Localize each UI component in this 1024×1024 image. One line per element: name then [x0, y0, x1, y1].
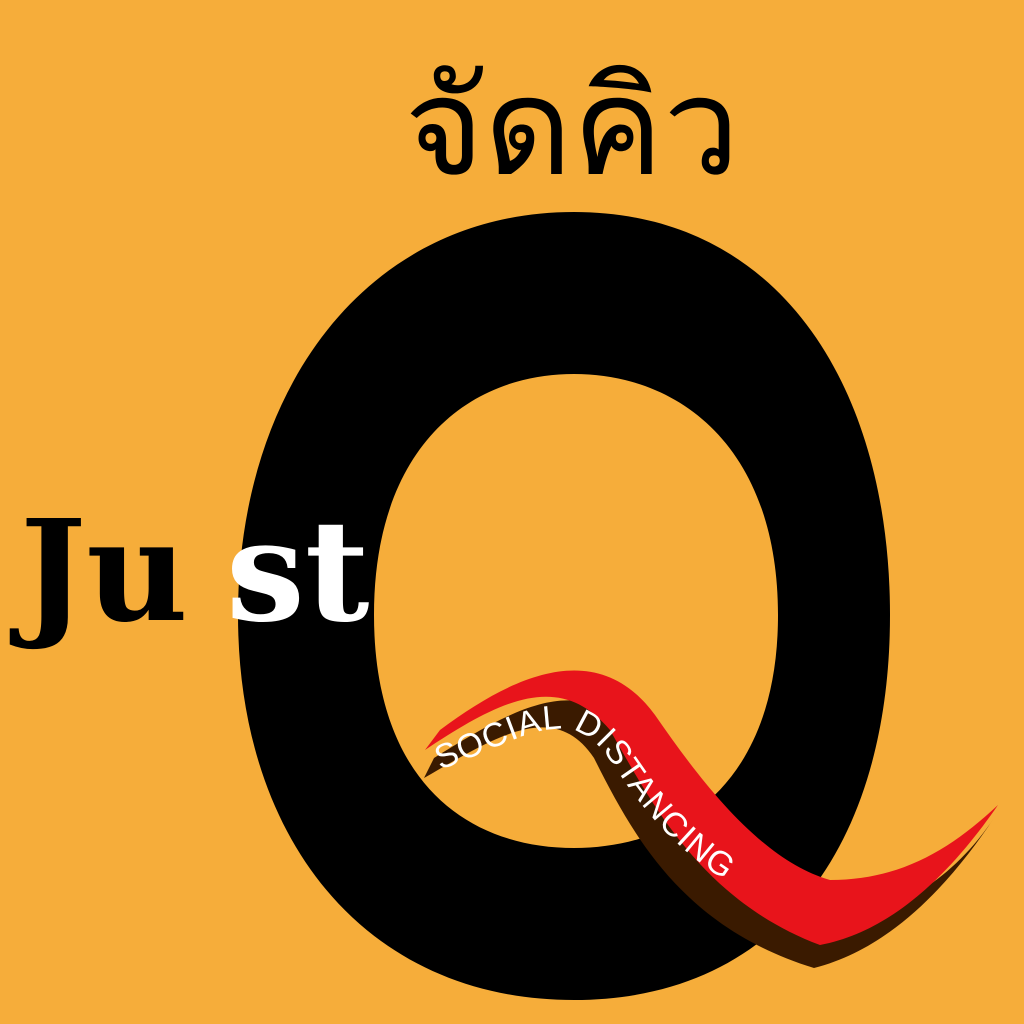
just-q-logo: Ju st SOCIAL DISTANCING: [9, 212, 998, 1000]
app-logo-canvas: จัดคิว Ju st SOCIAL DISTANCING: [0, 0, 1024, 1024]
word-just-dark: Ju: [9, 490, 188, 654]
word-just-light: st: [226, 490, 370, 654]
